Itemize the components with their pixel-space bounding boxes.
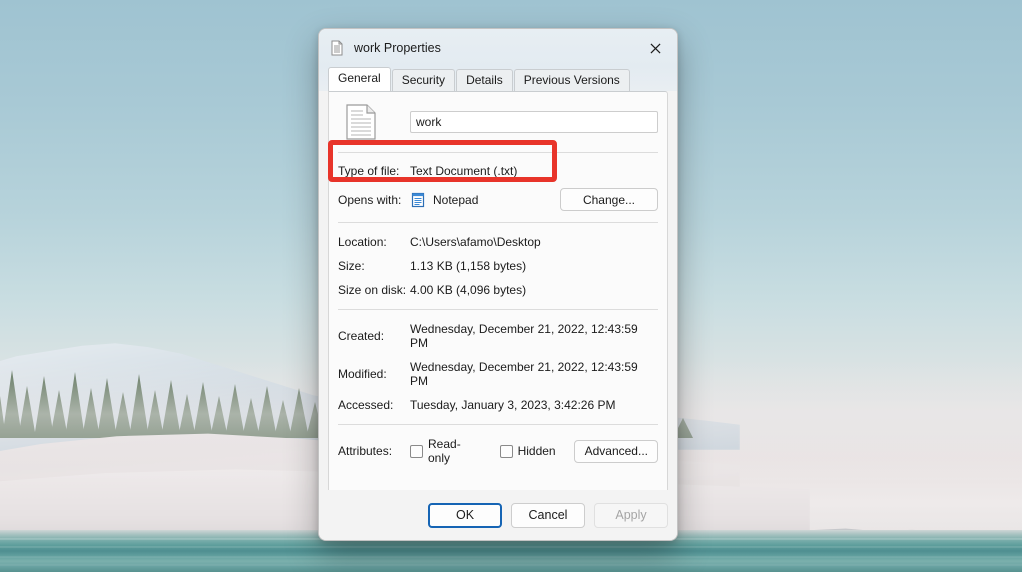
attributes-section: Attributes: Read-only Hidden Advanced... — [329, 425, 667, 473]
modified-label: Modified: — [338, 367, 387, 381]
readonly-checkbox-box[interactable] — [410, 444, 423, 458]
size-row: Size: 1.13 KB (1,158 bytes) — [338, 259, 658, 273]
tab-general[interactable]: General — [328, 67, 391, 91]
type-of-file-row: Type of file: Text Document (.txt) — [329, 153, 667, 178]
cancel-button[interactable]: Cancel — [511, 502, 585, 528]
created-value: Wednesday, December 21, 2022, 12:43:59 P… — [410, 322, 638, 350]
created-label: Created: — [338, 329, 385, 343]
file-dates-section: Created: Wednesday, December 21, 2022, 1… — [329, 310, 667, 424]
readonly-checkbox[interactable]: Read-only — [410, 437, 482, 465]
apply-button[interactable]: Apply — [594, 502, 668, 528]
dialog-titlebar: work Properties — [319, 29, 677, 67]
attributes-row: Attributes: Read-only Hidden Advanced... — [338, 437, 658, 465]
hidden-checkbox[interactable]: Hidden — [499, 444, 556, 458]
created-row: Created: Wednesday, December 21, 2022, 1… — [338, 322, 658, 350]
notepad-icon — [411, 192, 425, 207]
tab-details[interactable]: Details — [456, 69, 513, 92]
close-icon — [649, 42, 661, 54]
accessed-label: Accessed: — [338, 398, 394, 412]
tab-strip: General Security Details Previous Versio… — [319, 67, 677, 92]
tab-previous-versions[interactable]: Previous Versions — [513, 69, 630, 92]
size-on-disk-value: 4.00 KB (4,096 bytes) — [410, 283, 527, 297]
ok-button[interactable]: OK — [428, 502, 502, 528]
text-document-large-icon — [346, 104, 376, 140]
opens-with-label: Opens with: — [338, 192, 402, 207]
modified-row: Modified: Wednesday, December 21, 2022, … — [338, 360, 658, 388]
location-value: C:\Users\afamo\Desktop — [410, 235, 541, 249]
change-button[interactable]: Change... — [560, 188, 658, 211]
hidden-label: Hidden — [517, 444, 556, 458]
file-properties-dialog: work Properties General Security Details… — [318, 28, 678, 541]
type-of-file-value: Text Document (.txt) — [410, 164, 518, 178]
file-name-row — [329, 92, 667, 152]
close-button[interactable] — [633, 29, 677, 67]
location-label: Location: — [338, 235, 387, 249]
type-of-file-label: Type of file: — [338, 164, 400, 178]
dialog-title: work Properties — [354, 41, 441, 55]
size-on-disk-label: Size on disk: — [338, 283, 407, 297]
modified-value: Wednesday, December 21, 2022, 12:43:59 P… — [410, 360, 638, 388]
readonly-label: Read-only — [428, 437, 461, 465]
file-location-section: Location: C:\Users\afamo\Desktop Size: 1… — [329, 223, 667, 309]
advanced-button[interactable]: Advanced... — [573, 439, 658, 463]
size-on-disk-row: Size on disk: 4.00 KB (4,096 bytes) — [338, 283, 658, 297]
accessed-value: Tuesday, January 3, 2023, 3:42:26 PM — [410, 398, 616, 412]
size-label: Size: — [338, 259, 365, 273]
file-name-input[interactable] — [410, 111, 658, 133]
size-value: 1.13 KB (1,158 bytes) — [410, 259, 527, 273]
text-document-icon — [331, 40, 343, 56]
accessed-row: Accessed: Tuesday, January 3, 2023, 3:42… — [338, 398, 658, 412]
desktop: work Properties General Security Details… — [0, 0, 1022, 572]
opens-with-value: Notepad — [433, 192, 479, 207]
dialog-footer: OK Cancel Apply — [319, 490, 677, 540]
hidden-checkbox-box[interactable] — [499, 444, 513, 458]
general-tab-panel: Type of file: Text Document (.txt) Opens… — [328, 91, 668, 507]
location-row: Location: C:\Users\afamo\Desktop — [338, 235, 658, 249]
attributes-label: Attributes: — [338, 444, 393, 458]
opens-with-row: Opens with: Notepad Change... — [329, 178, 667, 222]
tab-security[interactable]: Security — [391, 69, 456, 92]
